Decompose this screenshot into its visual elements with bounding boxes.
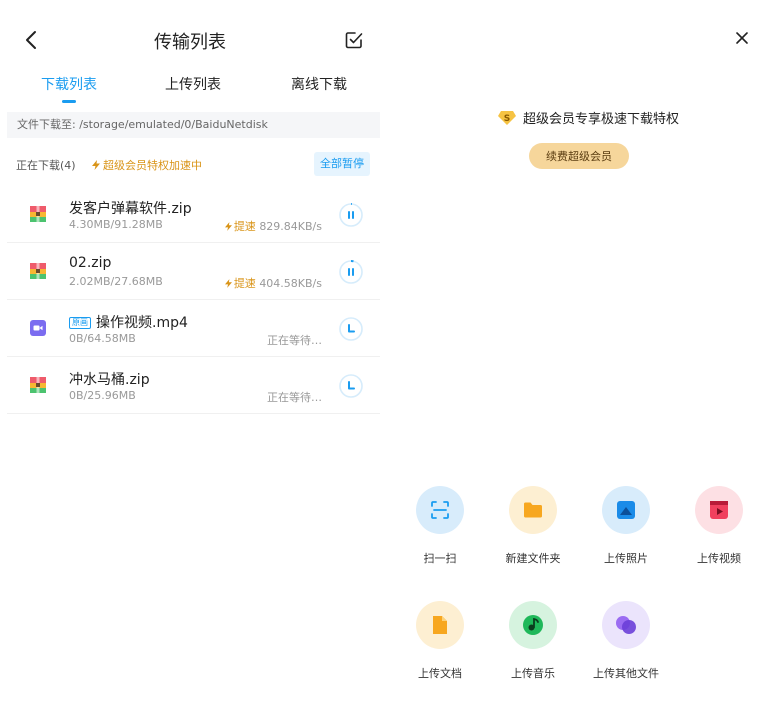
file-progress-size: 0B/25.96MB [69, 389, 136, 402]
pause-all-button[interactable]: 全部暂停 [314, 152, 370, 176]
boost-label: 提速 [233, 220, 256, 233]
speed-value: 829.84KB/s [259, 220, 322, 233]
upload-music-action[interactable]: 上传音乐 [493, 601, 573, 681]
chevron-left-icon [26, 31, 36, 49]
upload-video-action[interactable]: 上传视频 [679, 486, 759, 566]
action-label: 上传其他文件 [593, 667, 659, 680]
vip-promo: S 超级会员专享极速下载特权 [398, 108, 778, 127]
video-file-icon [30, 320, 46, 336]
music-icon [523, 615, 543, 635]
file-name-row: 原画 操作视频.mp4 [69, 312, 188, 332]
zip-file-icon [30, 263, 46, 279]
clock-icon [339, 317, 363, 341]
file-name: 冲水马桶.zip [69, 372, 150, 388]
status-bar [0, 0, 380, 10]
file-name: 02.zip [69, 255, 112, 271]
action-label: 上传照片 [604, 552, 648, 565]
upload-other-files-action[interactable]: 上传其他文件 [586, 601, 666, 681]
checkbox-edit-icon [345, 32, 363, 49]
downloading-summary: 正在下载(4) 超级会员特权加速中 全部暂停 [0, 150, 380, 180]
tab-offline-download[interactable]: 离线下载 [291, 74, 347, 94]
speed-value: 404.58KB/s [259, 277, 322, 290]
transfer-list-panel: 传输列表 下载列表 上传列表 离线下载 文件下载至: /storage/emul… [0, 0, 380, 722]
download-item[interactable]: 冲水马桶.zip 0B/25.96MB 正在等待… [7, 357, 380, 414]
upload-menu-panel: S 超级会员专享极速下载特权 续费超级会员 扫一扫 新建文件夹 上传照片 上传视… [398, 0, 778, 722]
zip-file-icon [30, 206, 46, 222]
lightning-icon [224, 222, 232, 231]
vip-acceleration-label: 超级会员特权加速中 [103, 159, 202, 172]
multi-select-button[interactable] [344, 30, 364, 50]
active-tab-indicator [62, 100, 76, 103]
pause-icon [339, 203, 363, 227]
file-speed: 提速 829.84KB/s [224, 218, 322, 234]
vip-acceleration-status: 超级会员特权加速中 [92, 157, 202, 173]
renew-super-vip-button[interactable]: 续费超级会员 [529, 143, 629, 169]
download-file-list: 发客户弹幕软件.zip 4.30MB/91.28MB 提速 829.84KB/s… [7, 186, 380, 414]
waiting-status-button[interactable] [339, 374, 363, 398]
download-path-bar: 文件下载至: /storage/emulated/0/BaiduNetdisk [7, 112, 380, 138]
download-item[interactable]: 原画 操作视频.mp4 0B/64.58MB 正在等待… [7, 300, 380, 357]
photo-icon-circle [602, 486, 650, 534]
file-waiting-status: 正在等待… [267, 391, 322, 404]
close-button[interactable] [734, 30, 750, 46]
action-label: 扫一扫 [423, 552, 457, 565]
scan-icon-circle [416, 486, 464, 534]
tab-download-list[interactable]: 下载列表 [41, 74, 97, 94]
folder-icon [524, 502, 542, 518]
back-button[interactable] [22, 26, 42, 54]
other-files-icon-circle [602, 601, 650, 649]
download-item[interactable]: 02.zip 2.02MB/27.68MB 提速 404.58KB/s [7, 243, 380, 300]
file-speed: 提速 404.58KB/s [224, 275, 322, 291]
video-icon [710, 501, 728, 519]
music-icon-circle [509, 601, 557, 649]
file-progress-size: 0B/64.58MB [69, 332, 136, 345]
zip-file-icon [30, 377, 46, 393]
vip-promo-text: 超级会员专享极速下载特权 [522, 112, 679, 127]
clock-icon [339, 374, 363, 398]
scan-icon [431, 501, 449, 519]
downloading-count: 正在下载(4) [16, 159, 76, 172]
pause-download-button[interactable] [339, 203, 363, 227]
super-vip-badge-icon: S [497, 111, 516, 125]
page-title: 传输列表 [154, 32, 226, 53]
download-item[interactable]: 发客户弹幕软件.zip 4.30MB/91.28MB 提速 829.84KB/s [7, 186, 380, 243]
action-label: 上传视频 [697, 552, 741, 565]
photo-icon [617, 501, 635, 519]
file-progress-size: 4.30MB/91.28MB [69, 218, 163, 231]
lightning-icon [224, 279, 232, 288]
vip-badge-letter: S [504, 114, 510, 124]
action-label: 上传文档 [418, 667, 462, 680]
action-label: 新建文件夹 [505, 552, 561, 565]
file-progress-size: 2.02MB/27.68MB [69, 275, 163, 288]
file-name: 发客户弹幕软件.zip [69, 201, 192, 217]
lightning-icon [92, 160, 100, 170]
file-waiting-status: 正在等待… [267, 334, 322, 347]
transfer-tabs: 下载列表 上传列表 离线下载 [0, 74, 380, 106]
file-name: 操作视频.mp4 [96, 315, 188, 331]
action-label: 上传音乐 [511, 667, 555, 680]
video-icon-circle [695, 486, 743, 534]
new-folder-action[interactable]: 新建文件夹 [493, 486, 573, 566]
scan-action[interactable]: 扫一扫 [400, 486, 480, 566]
document-icon [433, 616, 447, 634]
pause-download-button[interactable] [339, 260, 363, 284]
boost-label: 提速 [233, 277, 256, 290]
folder-icon-circle [509, 486, 557, 534]
tab-upload-list[interactable]: 上传列表 [165, 74, 221, 94]
waiting-status-button[interactable] [339, 317, 363, 341]
top-bar: 传输列表 [0, 22, 380, 58]
pause-icon [339, 260, 363, 284]
original-quality-badge: 原画 [69, 317, 91, 329]
status-bar [398, 0, 778, 10]
other-files-icon [616, 616, 636, 634]
close-icon [736, 32, 748, 44]
upload-document-action[interactable]: 上传文档 [400, 601, 480, 681]
document-icon-circle [416, 601, 464, 649]
upload-photo-action[interactable]: 上传照片 [586, 486, 666, 566]
